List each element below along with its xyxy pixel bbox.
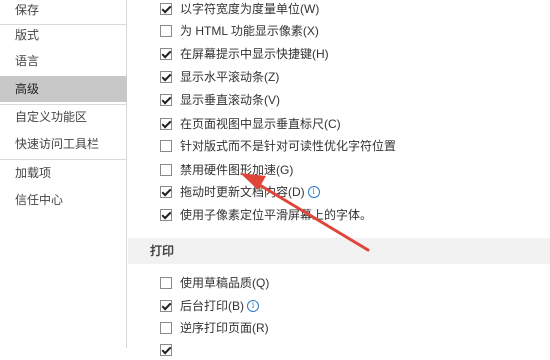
option-label: 后台打印(B) (180, 299, 244, 313)
option-html-pixels[interactable]: 为 HTML 功能显示像素(X) (160, 21, 319, 41)
option-label: 显示垂直滚动条(V) (180, 93, 280, 107)
advanced-options-panel: 以字符宽度为度量单位(W) 为 HTML 功能显示像素(X) 在屏幕提示中显示快… (128, 0, 550, 356)
sidebar-item-customize-ribbon[interactable]: 自定义功能区 (0, 104, 127, 130)
checkbox[interactable] (160, 277, 172, 289)
option-label: 在页面视图中显示垂直标尺(C) (180, 117, 341, 131)
option-subpixel-font-smoothing[interactable]: 使用子像素定位平滑屏幕上的字体。 (160, 205, 372, 225)
checkbox[interactable] (160, 94, 172, 106)
checkbox[interactable] (160, 118, 172, 130)
sidebar-item-advanced[interactable]: 高级 (0, 76, 127, 102)
option-reverse-print-order[interactable]: 逆序打印页面(R) (160, 318, 269, 338)
option-disable-hw-acceleration[interactable]: 禁用硬件图形加速(G) (160, 160, 293, 180)
sidebar-item-language[interactable]: 语言 (0, 48, 127, 74)
sidebar-item-save[interactable]: 保存 (0, 0, 127, 23)
checkbox[interactable] (160, 71, 172, 83)
checkbox[interactable] (160, 322, 172, 334)
option-label: 禁用硬件图形加速(G) (180, 163, 294, 177)
option-draft-quality[interactable]: 使用草稿品质(Q) (160, 273, 269, 293)
option-label: 逆序打印页面(R) (180, 321, 269, 335)
option-label: 使用草稿品质(Q) (180, 276, 270, 290)
info-icon[interactable]: i (247, 300, 259, 312)
option-screentip-shortcuts[interactable]: 在屏幕提示中显示快捷键(H) (160, 44, 329, 64)
checkbox[interactable] (160, 140, 172, 152)
option-label: 使用子像素定位平滑屏幕上的字体。 (180, 208, 373, 222)
checkbox[interactable] (160, 209, 172, 221)
option-partial-row (160, 340, 180, 360)
options-sidebar: 保存 版式 语言 高级 自定义功能区 快速访问工具栏 加载项 信任中心 (0, 0, 127, 348)
option-optimize-char-position[interactable]: 针对版式而不是针对可读性优化字符位置 (160, 136, 396, 156)
checkbox[interactable] (160, 164, 172, 176)
option-label: 显示水平滚动条(Z) (180, 70, 280, 84)
sidebar-item-quick-access-toolbar[interactable]: 快速访问工具栏 (0, 131, 127, 157)
option-label: 为 HTML 功能显示像素(X) (180, 24, 319, 38)
option-label: 拖动时更新文档内容(D) (180, 185, 305, 199)
checkbox[interactable] (160, 25, 172, 37)
sidebar-item-trust-center[interactable]: 信任中心 (0, 187, 127, 213)
option-vertical-ruler[interactable]: 在页面视图中显示垂直标尺(C) (160, 114, 341, 134)
checkbox[interactable] (160, 48, 172, 60)
checkbox[interactable] (160, 186, 172, 198)
option-update-while-dragging[interactable]: 拖动时更新文档内容(D) i (160, 182, 320, 202)
option-char-width-unit[interactable]: 以字符宽度为度量单位(W) (160, 0, 319, 19)
option-label: 针对版式而不是针对可读性优化字符位置 (180, 139, 397, 153)
checkbox[interactable] (160, 344, 172, 356)
option-label: 在屏幕提示中显示快捷键(H) (180, 47, 329, 61)
checkbox[interactable] (160, 300, 172, 312)
sidebar-item-addins[interactable]: 加载项 (0, 160, 127, 186)
option-background-printing[interactable]: 后台打印(B) i (160, 296, 259, 316)
option-label: 以字符宽度为度量单位(W) (180, 2, 320, 16)
print-section-header: 打印 (128, 238, 550, 264)
sidebar-item-layout[interactable]: 版式 (0, 22, 127, 48)
info-icon[interactable]: i (307, 186, 320, 198)
option-horizontal-scrollbar[interactable]: 显示水平滚动条(Z) (160, 67, 279, 87)
option-vertical-scrollbar[interactable]: 显示垂直滚动条(V) (160, 90, 280, 110)
checkbox[interactable] (160, 3, 172, 15)
